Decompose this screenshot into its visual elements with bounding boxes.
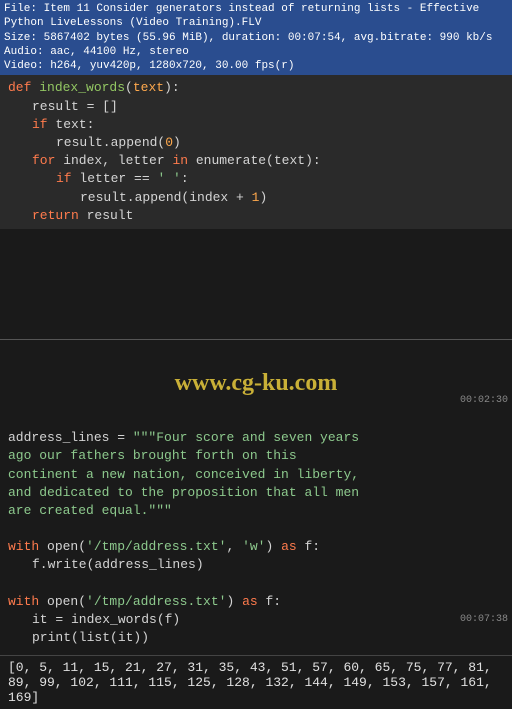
code-line: result.append(0) [8,134,504,152]
code-line: f.write(address_lines) [8,556,504,574]
watermark-text: www.cg-ku.com [0,340,512,407]
code-line: with open('/tmp/address.txt', 'w') as f: [8,538,504,556]
audio-info-line: Audio: aac, 44100 Hz, stereo [4,45,508,59]
timestamp-bottom: 00:07:38 [460,614,508,625]
code-line: are created equal.""" [8,502,504,520]
code-line: if letter == ' ': [8,170,504,188]
code-line: result = [] [8,98,504,116]
code-line-dim [8,411,504,429]
code-line: if text: [8,116,504,134]
code-line: address_lines = """Four score and seven … [8,429,504,447]
media-info-header: File: Item 11 Consider generators instea… [0,0,512,75]
code-line: with open('/tmp/address.txt') as f: [8,593,504,611]
output-result: [0, 5, 11, 15, 21, 27, 31, 35, 43, 51, 5… [0,655,512,709]
code-line: continent a new nation, conceived in lib… [8,466,504,484]
code-line: for index, letter in enumerate(text): [8,152,504,170]
video-info-line: Video: h264, yuv420p, 1280x720, 30.00 fp… [4,59,508,73]
file-info-line: File: Item 11 Consider generators instea… [4,2,508,31]
code-line [8,575,504,593]
code-block-top: def index_words(text): result = [] if te… [0,75,512,229]
code-line: def index_words(text): [8,79,504,97]
code-block-bottom: address_lines = """Four score and seven … [0,407,512,651]
code-line: print(list(it)) [8,629,504,647]
size-info-line: Size: 5867402 bytes (55.96 MiB), duratio… [4,31,508,45]
code-line: result.append(index + 1) [8,189,504,207]
code-line: ago our fathers brought forth on this [8,447,504,465]
code-line [8,520,504,538]
code-line: and dedicated to the proposition that al… [8,484,504,502]
code-line: return result [8,207,504,225]
timestamp-top: 00:02:30 [460,395,508,406]
